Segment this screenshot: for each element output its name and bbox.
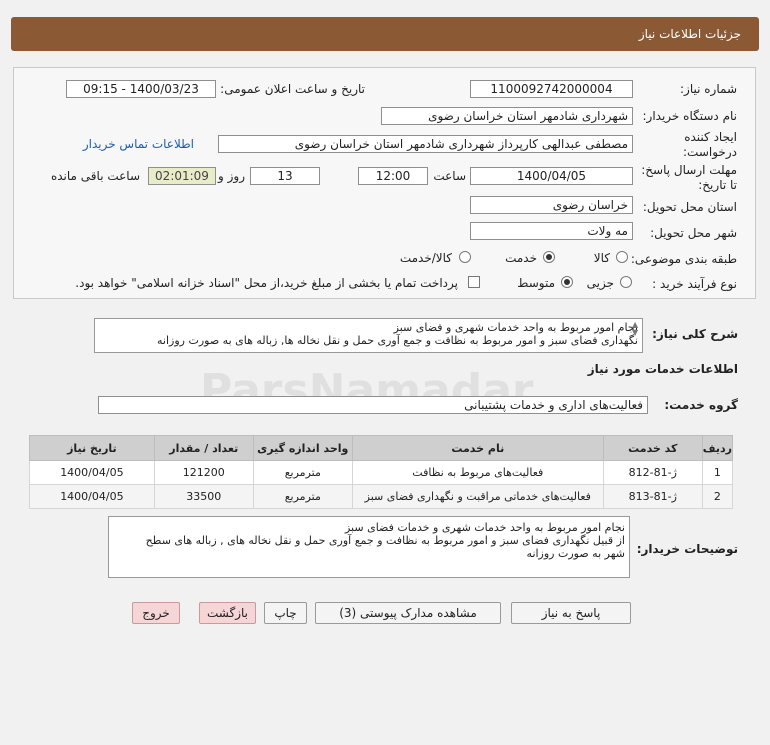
row-index: 2: [701, 484, 734, 509]
creator-label-2: درخواست:: [683, 145, 737, 159]
service-need-date: 1400/04/05: [29, 460, 155, 485]
creator-field: مصطفی عبدالهی کارپرداز شهرداری شادمهر اس…: [218, 135, 633, 153]
buyer-notes-line-2: از قبیل نگهداری فضای سبز و امور مربوط به…: [145, 534, 625, 547]
services-table: ردیف کد خدمت نام خدمت واحد اندازه گیری ت…: [29, 435, 734, 509]
process-label: نوع فرآیند خرید :: [652, 277, 737, 291]
deadline-date-field: 1400/04/05: [470, 167, 633, 185]
deadline-label-1: مهلت ارسال پاسخ:: [641, 163, 737, 177]
reply-button[interactable]: پاسخ به نیاز: [511, 602, 631, 624]
buyer-notes-line-1: نجام امور مربوط به واحد خدمات شهری و خدم…: [344, 521, 625, 534]
time-label: ساعت: [433, 169, 466, 183]
treasury-payment-note: پرداخت تمام یا بخشی از مبلغ خرید،از محل …: [75, 276, 458, 290]
process-option-medium: متوسط: [517, 276, 555, 290]
deadline-label-2: تا تاریخ:: [698, 178, 737, 192]
need-number-field: 1100092742000004: [470, 80, 633, 98]
page-title-bar: جزئیات اطلاعات نیاز: [11, 17, 759, 51]
service-group-field: فعالیت‌های اداری و خدمات پشتیبانی: [98, 396, 648, 414]
buyer-notes-label: توضیحات خریدار:: [636, 542, 738, 556]
table-row: 2 ژ-81-813 فعالیت‌های خدماتی مراقبت و نگ…: [29, 484, 734, 509]
contact-buyer-link[interactable]: اطلاعات تماس خریدار: [83, 137, 194, 151]
service-need-date: 1400/04/05: [29, 484, 155, 509]
province-label: استان محل تحویل:: [642, 200, 737, 214]
service-group-label: گروه خدمت:: [664, 398, 738, 412]
col-name: نام خدمت: [351, 435, 604, 461]
service-name: فعالیت‌های مربوط به نظافت: [351, 460, 604, 485]
city-label: شهر محل تحویل:: [650, 226, 737, 240]
attachments-button[interactable]: مشاهده مدارک پیوستی (3): [315, 602, 501, 624]
row-index: 1: [701, 460, 734, 485]
category-radio-goods[interactable]: [616, 251, 628, 263]
announce-field: 1400/03/23 - 09:15: [66, 80, 216, 98]
service-quantity: 33500: [153, 484, 254, 509]
deadline-time-field: 12:00: [358, 167, 428, 185]
need-number-label: شماره نیاز:: [680, 82, 737, 96]
service-unit: مترمربع: [252, 460, 353, 485]
buyer-notes-box: نجام امور مربوط به واحد خدمات شهری و خدم…: [108, 516, 630, 578]
services-table-wrapper: ردیف کد خدمت نام خدمت واحد اندازه گیری ت…: [29, 435, 734, 509]
announce-label: تاریخ و ساعت اعلان عمومی:: [220, 82, 365, 96]
col-need-date: تاریخ نیاز: [29, 435, 155, 461]
exit-button[interactable]: خروج: [132, 602, 180, 624]
col-row: ردیف: [701, 435, 734, 461]
category-radio-goods-service[interactable]: [459, 251, 471, 263]
category-option-service: خدمت: [505, 251, 537, 265]
process-radio-medium[interactable]: [561, 276, 573, 288]
service-name: فعالیت‌های خدماتی مراقبت و نگهداری فضای …: [351, 484, 604, 509]
col-unit: واحد اندازه گیری: [252, 435, 353, 461]
service-code: ژ-81-813: [602, 484, 703, 509]
days-label: روز و: [218, 169, 245, 183]
back-button[interactable]: بازگشت: [199, 602, 256, 624]
days-count-field: 13: [250, 167, 320, 185]
buyer-org-field: شهرداری شادمهر استان خراسان رضوی: [381, 107, 633, 125]
col-quantity: تعداد / مقدار: [153, 435, 254, 461]
services-table-header: ردیف کد خدمت نام خدمت واحد اندازه گیری ت…: [29, 435, 734, 461]
service-code: ژ-81-812: [602, 460, 703, 485]
summary-label: شرح کلی نیاز:: [652, 327, 738, 341]
category-label: طبقه بندی موضوعی:: [630, 252, 737, 266]
summary-line-1: نجام امور مربوط به واحد خدمات شهری و فضا…: [393, 321, 638, 334]
process-option-minor: جزیی: [586, 276, 614, 290]
summary-box: نجام امور مربوط به واحد خدمات شهری و فضا…: [94, 318, 643, 353]
remaining-label: ساعت باقی مانده: [50, 169, 140, 183]
treasury-payment-checkbox[interactable]: [468, 276, 480, 288]
print-button[interactable]: چاپ: [264, 602, 307, 624]
city-field: مه ولات: [470, 222, 633, 240]
category-option-goods: کالا: [593, 251, 610, 265]
table-row: 1 ژ-81-812 فعالیت‌های مربوط به نظافت متر…: [29, 460, 734, 485]
category-option-goods-service: کالا/خدمت: [399, 251, 452, 265]
creator-label-1: ایجاد کننده: [684, 130, 737, 144]
buyer-org-label: نام دستگاه خریدار:: [642, 109, 738, 123]
service-quantity: 121200: [153, 460, 254, 485]
resize-grip-icon[interactable]: ▲ ▼: [632, 321, 638, 337]
buyer-notes-line-3: شهر به صورت روزانه: [526, 547, 625, 560]
service-unit: مترمربع: [252, 484, 353, 509]
province-field: خراسان رضوی: [470, 196, 633, 214]
category-radio-service[interactable]: [543, 251, 555, 263]
services-section-title: اطلاعات خدمات مورد نیاز: [587, 362, 738, 376]
summary-line-2: نگهداری فضای سبز و امور مربوط به نظافت و…: [157, 334, 638, 347]
remaining-time-field: 02:01:09: [148, 167, 216, 185]
process-radio-minor[interactable]: [620, 276, 632, 288]
col-code: کد خدمت: [602, 435, 703, 461]
page-title: جزئیات اطلاعات نیاز: [638, 27, 741, 41]
